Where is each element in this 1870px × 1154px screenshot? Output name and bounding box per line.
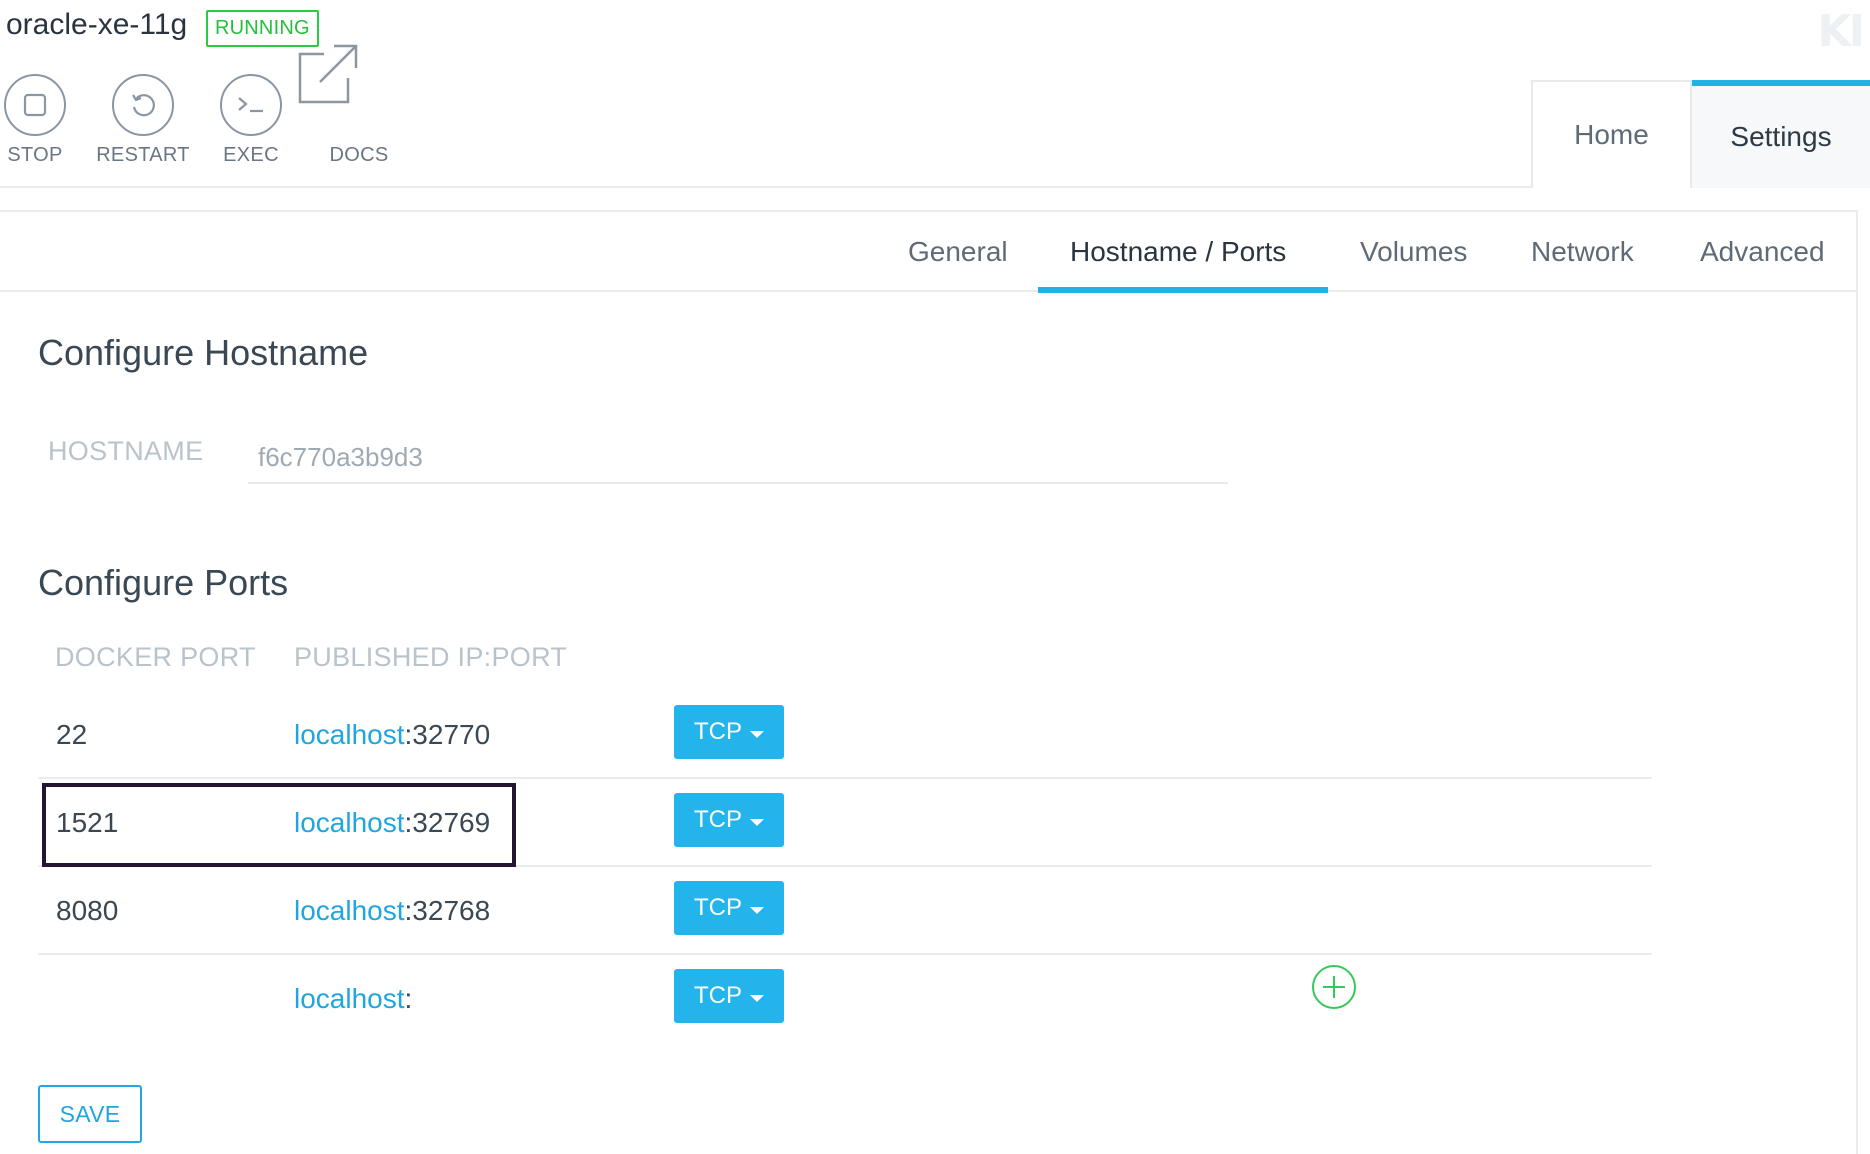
caret-down-icon [750,994,764,1002]
settings-panel: General Hostname / Ports Volumes Network… [0,210,1858,1154]
protocol-dropdown[interactable]: TCP [674,969,784,1023]
published-port: localhost:32768 [294,867,490,955]
protocol-dropdown[interactable]: TCP [674,793,784,847]
docs-button[interactable]: DOCS [298,44,414,167]
docker-port: 1521 [56,807,119,838]
external-link-icon [298,44,390,136]
tab-home[interactable]: Home [1531,80,1692,188]
tab-volumes[interactable]: Volumes [1360,212,1467,292]
published-port-number: 32769 [412,807,491,838]
caret-down-icon [750,730,764,738]
published-host-link[interactable]: localhost [294,719,405,750]
published-host-link[interactable]: localhost [294,983,405,1014]
hostname-section-title: Configure Hostname [38,332,369,373]
hostname-label: HOSTNAME [48,436,204,466]
port-row: 1521 localhost:32769 TCP [38,779,1652,867]
port-row: 22 localhost:32770 TCP [38,691,1652,779]
restart-label: RESTART [96,144,190,166]
published-host-link[interactable]: localhost [294,895,405,926]
protocol-label: TCP [694,806,742,833]
restart-button[interactable]: RESTART [88,74,198,167]
protocol-dropdown[interactable]: TCP [674,881,784,935]
tab-network[interactable]: Network [1531,212,1634,292]
tab-hostname-ports[interactable]: Hostname / Ports [1070,212,1286,292]
protocol-label: TCP [694,982,742,1009]
port-separator: : [404,983,413,1014]
top-tab-bar: Home Settings [1531,80,1870,188]
exec-label: EXEC [223,144,279,166]
docker-port-column-header: DOCKER PORT [55,642,256,672]
add-port-button[interactable] [1312,965,1356,1009]
new-port-row: localhost: TCP [38,955,1652,1043]
save-button[interactable]: SAVE [38,1085,142,1143]
stop-button[interactable]: STOP [0,74,90,167]
active-tab-indicator [1038,287,1328,293]
published-port: localhost:32769 [294,779,490,867]
published-port: localhost:32770 [294,691,490,779]
ports-section-title: Configure Ports [38,562,289,603]
docker-port: 22 [56,719,88,750]
exec-button[interactable]: EXEC [196,74,306,167]
terminal-icon [220,74,282,136]
tab-general[interactable]: General [908,212,1008,292]
tab-settings[interactable]: Settings [1692,80,1870,188]
published-port-column-header: PUBLISHED IP:PORT [294,642,568,672]
stop-icon [4,74,66,136]
stop-label: STOP [7,144,63,166]
container-name: oracle-xe-11g [6,8,188,41]
protocol-label: TCP [694,718,742,745]
settings-sub-tabs: General Hostname / Ports Volumes Network… [0,212,1856,293]
caret-down-icon [750,906,764,914]
published-port-number: 32768 [412,895,491,926]
plus-icon [1323,976,1345,998]
published-port-number: 32770 [412,719,491,750]
container-header: oracle-xe-11g RUNNING KI STOP RESTART EX… [0,0,1870,188]
protocol-label: TCP [694,894,742,921]
hostname-input[interactable] [248,432,1228,484]
port-row: 8080 localhost:32768 TCP [38,867,1652,955]
docker-port: 8080 [56,895,119,926]
brand-logo: KI [1817,6,1866,57]
restart-icon [112,74,174,136]
docs-label: DOCS [329,144,389,166]
tab-advanced[interactable]: Advanced [1700,212,1825,292]
protocol-dropdown[interactable]: TCP [674,705,784,759]
caret-down-icon [750,818,764,826]
published-port: localhost: [294,955,412,1043]
published-host-link[interactable]: localhost [294,807,405,838]
